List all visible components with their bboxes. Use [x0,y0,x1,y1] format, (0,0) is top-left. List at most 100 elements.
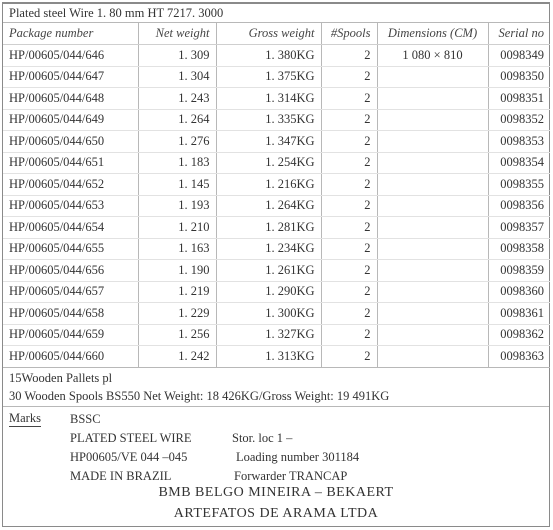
table-row: HP/00605/044/650 1. 276 1. 347KG 2 0098353 [3,130,550,153]
cell-package-number: HP/00605/044/659 [3,324,139,346]
cell-spools: 2 [321,324,378,346]
cell-gross-weight: 1. 300KG [216,302,322,325]
cell-spools: 2 [321,259,378,282]
cell-gross-weight: 1. 375KG [216,66,322,88]
company-name-line1: BMB BELGO MINEIRA – BEKAERT [158,485,394,500]
table-row: HP/00605/044/653 1. 193 1. 264KG 2 0098356 [3,195,550,217]
cell-gross-weight: 1. 313KG [216,345,322,368]
cell-package-number: HP/00605/044/650 [3,130,139,153]
cell-net-weight: 1. 264 [138,109,217,131]
cell-dimensions [377,195,489,217]
table-row: HP/00605/044/657 1. 219 1. 290KG 2 0098360 [3,281,550,303]
table-row: HP/00605/044/658 1. 229 1. 300KG 2 0098361 [3,302,550,325]
cell-serial-no: 0098363 [488,345,550,368]
marks-forwarder: Forwarder TRANCAP [234,469,348,483]
cell-dimensions [377,345,489,368]
cell-dimensions [377,216,489,239]
cell-spools: 2 [321,66,378,88]
col-gross-weight: Gross weight [216,23,322,45]
cell-dimensions [377,87,489,110]
cell-serial-no: 0098358 [488,238,550,260]
document-title: Plated steel Wire 1. 80 mm HT 7217. 3000 [3,3,549,23]
marks-stor-loc: Stor. loc 1 – [232,431,293,445]
cell-gross-weight: 1. 347KG [216,130,322,153]
cell-serial-no: 0098351 [488,87,550,110]
cell-gross-weight: 1. 314KG [216,87,322,110]
cell-package-number: HP/00605/044/652 [3,173,139,196]
cell-package-number: HP/00605/044/655 [3,238,139,260]
cell-net-weight: 1. 190 [138,259,217,282]
cell-dimensions [377,324,489,346]
cell-package-number: HP/00605/044/653 [3,195,139,217]
cell-gross-weight: 1. 290KG [216,281,322,303]
cell-gross-weight: 1. 261KG [216,259,322,282]
cell-dimensions [377,259,489,282]
marks-loading-number: Loading number 301184 [236,450,360,464]
cell-gross-weight: 1. 335KG [216,109,322,131]
cell-net-weight: 1. 242 [138,345,217,368]
cell-package-number: HP/00605/044/648 [3,87,139,110]
cell-dimensions [377,281,489,303]
cell-spools: 2 [321,130,378,153]
cell-spools: 2 [321,302,378,325]
col-spools: #Spools [321,23,378,45]
marks-line-bssc: BSSC [70,412,101,426]
cell-serial-no: 0098354 [488,152,550,174]
cell-dimensions [377,173,489,196]
cell-package-number: HP/00605/044/654 [3,216,139,239]
cell-net-weight: 1. 243 [138,87,217,110]
cell-serial-no: 0098360 [488,281,550,303]
cell-spools: 2 [321,152,378,174]
cell-serial-no: 0098359 [488,259,550,282]
marks-label: Marks [9,411,41,427]
col-net-weight: Net weight [138,23,217,45]
cell-net-weight: 1. 229 [138,302,217,325]
cell-dimensions [377,152,489,174]
cell-spools: 2 [321,281,378,303]
cell-serial-no: 0098352 [488,109,550,131]
cell-package-number: HP/00605/044/656 [3,259,139,282]
cell-spools: 2 [321,216,378,239]
cell-net-weight: 1. 304 [138,66,217,88]
cell-serial-no: 0098349 [488,44,550,67]
cell-spools: 2 [321,195,378,217]
spools-weight-summary: 30 Wooden Spools BS550 Net Weight: 18 42… [3,387,549,407]
cell-gross-weight: 1. 281KG [216,216,322,239]
marks-line-origin: MADE IN BRAZIL [70,469,172,483]
table-row: HP/00605/044/659 1. 256 1. 327KG 2 0098362 [3,324,550,346]
cell-serial-no: 0098355 [488,173,550,196]
table-row: HP/00605/044/649 1. 264 1. 335KG 2 0098352 [3,109,550,131]
cell-dimensions [377,66,489,88]
cell-package-number: HP/00605/044/657 [3,281,139,303]
cell-gross-weight: 1. 264KG [216,195,322,217]
cell-net-weight: 1. 183 [138,152,217,174]
cell-dimensions [377,238,489,260]
cell-package-number: HP/00605/044/658 [3,302,139,325]
col-package-number: Package number [3,23,139,45]
marks-line-ref: HP00605/VE 044 –045 [70,450,188,464]
cell-spools: 2 [321,345,378,368]
cell-serial-no: 0098350 [488,66,550,88]
cell-spools: 2 [321,109,378,131]
cell-net-weight: 1. 193 [138,195,217,217]
cell-spools: 2 [321,173,378,196]
cell-dimensions [377,302,489,325]
col-dimensions: Dimensions (CM) [377,23,489,45]
cell-gross-weight: 1. 327KG [216,324,322,346]
cell-package-number: HP/00605/044/649 [3,109,139,131]
cell-package-number: HP/00605/044/651 [3,152,139,174]
cell-gross-weight: 1. 216KG [216,173,322,196]
cell-net-weight: 1. 163 [138,238,217,260]
table-row: HP/00605/044/660 1. 242 1. 313KG 2 0098363 [3,345,550,368]
cell-spools: 2 [321,238,378,260]
table-row: HP/00605/044/655 1. 163 1. 234KG 2 0098358 [3,238,550,260]
table-row: HP/00605/044/646 1. 309 1. 380KG 2 1 080 × 8… [3,44,550,67]
pallets-summary: 15Wooden Pallets pl [9,371,113,385]
cell-dimensions: 1 080 × 810 [377,44,489,67]
table-row: HP/00605/044/652 1. 145 1. 216KG 2 0098355 [3,173,550,196]
cell-dimensions [377,109,489,131]
cell-net-weight: 1. 219 [138,281,217,303]
cell-spools: 2 [321,87,378,110]
cell-net-weight: 1. 145 [138,173,217,196]
cell-net-weight: 1. 276 [138,130,217,153]
